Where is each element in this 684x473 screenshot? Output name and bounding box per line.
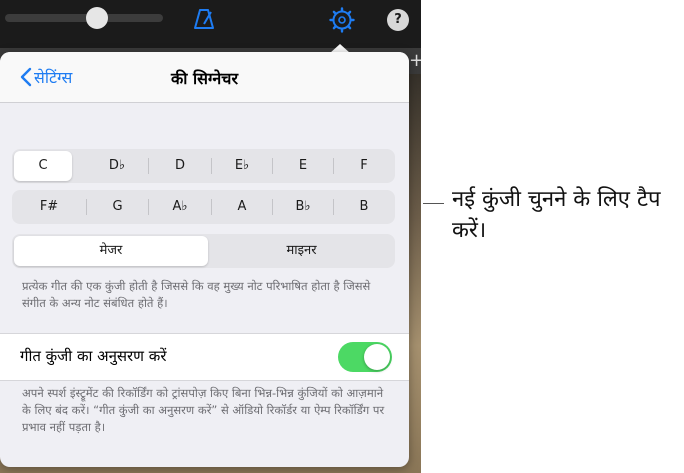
mode-minor[interactable]: माइनर [208,234,395,268]
key-d-flat[interactable]: D♭ [86,149,148,183]
help-button[interactable]: ? [387,9,409,31]
add-icon[interactable]: + [409,50,421,71]
follow-song-key-label: गीत कुंजी का अनुसरण करें [20,347,167,365]
mode-major[interactable]: मेजर [14,236,208,266]
gear-icon[interactable] [329,7,355,33]
key-c[interactable]: C [14,151,72,181]
metronome-icon[interactable] [193,8,215,30]
key-f-sharp[interactable]: F# [12,190,86,224]
key-g[interactable]: G [87,190,148,224]
popover-nav-bar: सेटिंग्स की सिग्नेचर [0,52,409,103]
key-d[interactable]: D [149,149,211,183]
key-f[interactable]: F [334,149,394,183]
volume-slider[interactable] [5,7,163,29]
follow-song-key-toggle[interactable] [338,342,392,372]
key-e-flat[interactable]: E♭ [212,149,272,183]
callout-line [423,203,444,204]
callout-text: नई कुंजी चुनने के लिए टैप करें। [452,187,661,243]
key-signature-popover: सेटिंग्स की सिग्नेचर C D♭ D E♭ E F F# G … [0,52,409,467]
follow-song-key-description: अपने स्पर्श इंस्ट्रूमेंट की रिकॉर्डिंग क… [22,386,385,434]
key-picker-row-1: C D♭ D E♭ E F [12,149,395,183]
key-a-flat[interactable]: A♭ [149,190,211,224]
key-e[interactable]: E [273,149,333,183]
toggle-knob [364,344,390,370]
key-a[interactable]: A [212,190,272,224]
key-b-flat[interactable]: B♭ [273,190,333,224]
follow-song-key-row: गीत कुंजी का अनुसरण करें [0,333,409,381]
key-picker-row-2: F# G A♭ A B♭ B [12,190,395,224]
popover-title: की सिग्नेचर [170,69,239,88]
key-b[interactable]: B [334,190,394,224]
scale-mode-picker: मेजर माइनर [12,234,395,268]
key-description: प्रत्येक गीत की एक कुंजी होती है जिससे क… [22,279,371,310]
volume-slider-knob[interactable] [86,7,108,29]
control-bar: ? [0,0,421,48]
